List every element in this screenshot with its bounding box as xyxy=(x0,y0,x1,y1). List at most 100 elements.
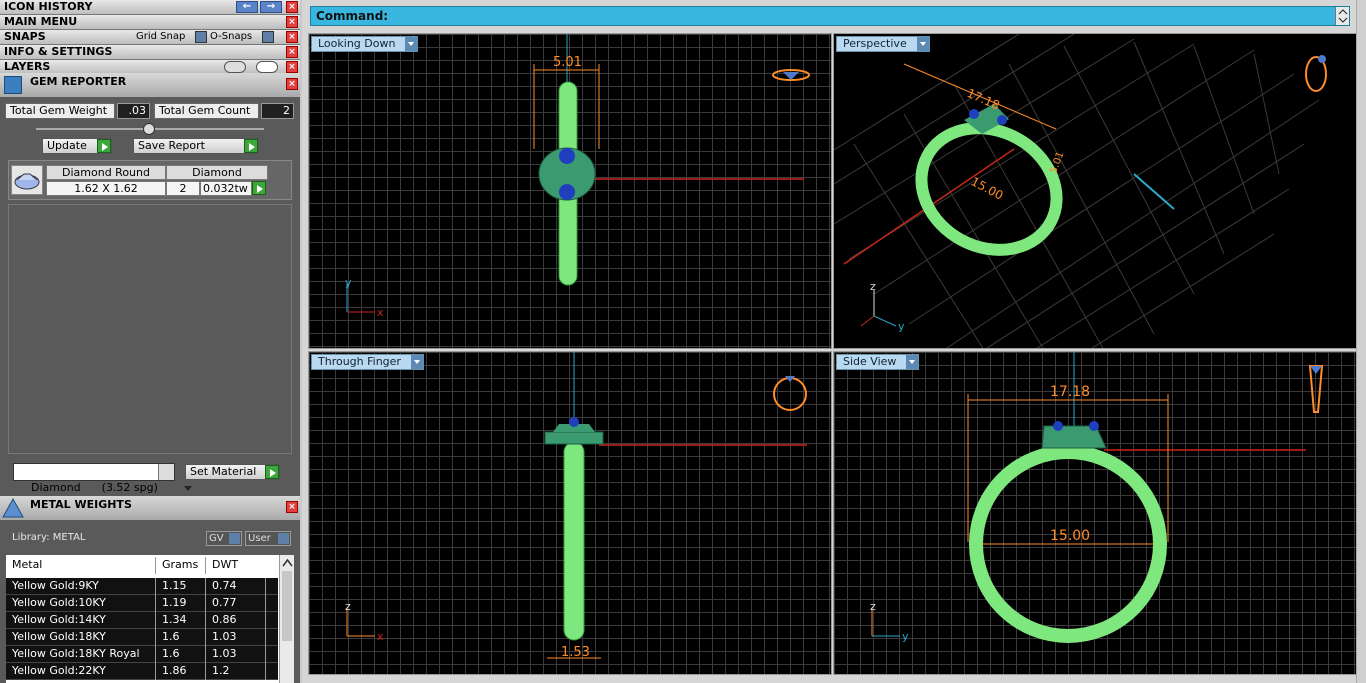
metal-weights-icon xyxy=(2,497,24,518)
viewport-looking-down[interactable]: Looking Down 5.01 yx xyxy=(308,33,832,349)
gem-count: 2 xyxy=(166,181,200,196)
svg-text:x: x xyxy=(377,306,384,319)
save-report-button[interactable]: Save Report xyxy=(133,138,259,154)
table-scrollbar[interactable] xyxy=(279,555,294,683)
ring-front-icon xyxy=(773,376,807,411)
total-gem-count-value: 2 xyxy=(261,103,294,119)
gv-indicator xyxy=(229,533,240,544)
close-icon[interactable]: × xyxy=(286,16,298,28)
scroll-up-icon[interactable] xyxy=(280,556,295,570)
icon-history-label: ICON HISTORY xyxy=(4,0,93,13)
viewport-title: Perspective xyxy=(843,37,907,50)
dimension-label: 5.01 xyxy=(553,55,582,70)
metal-grams: 1.34 xyxy=(156,612,206,629)
gv-toggle[interactable]: GV xyxy=(206,531,242,546)
history-forward-icon[interactable]: → xyxy=(260,1,282,13)
main-menu-header[interactable]: MAIN MENU × xyxy=(0,15,300,30)
column-header-dwt: DWT xyxy=(212,558,239,571)
layers-label: LAYERS xyxy=(4,60,51,73)
chevron-down-icon[interactable] xyxy=(158,464,192,491)
viewport-side-view[interactable]: Side View 17.18 15.00 zy xyxy=(833,351,1358,675)
material-select[interactable]: Diamond (3.52 spg) xyxy=(13,463,192,494)
history-back-icon[interactable]: ← xyxy=(236,1,258,13)
workspace: Command: Looking Down 5.01 yx 17.18 15.0… xyxy=(302,0,1366,683)
user-toggle[interactable]: User xyxy=(245,531,291,546)
save-report-label: Save Report xyxy=(138,139,205,152)
viewport-through-finger[interactable]: Through Finger 1.53 zx xyxy=(308,351,832,675)
close-icon[interactable]: × xyxy=(286,61,298,73)
command-scroll-icon[interactable] xyxy=(1335,7,1349,25)
metal-name: Yellow Gold:9KY xyxy=(6,578,156,595)
dimension-label-b: 15.00 xyxy=(969,174,1006,202)
metal-dwt: 1.03 xyxy=(206,629,266,646)
perspective-grid: 17.18 15.00 5.01 z y xyxy=(834,34,1327,348)
metal-dwt: 0.77 xyxy=(206,595,266,612)
ring-profile-icon xyxy=(1308,365,1324,413)
metal-name: Yellow Gold:18KY xyxy=(6,629,156,646)
metal-dwt: 0.86 xyxy=(206,612,266,629)
icon-history-header[interactable]: ICON HISTORY ← → × xyxy=(0,0,300,15)
snaps-header[interactable]: SNAPS Grid Snap O-Snaps × xyxy=(0,30,300,45)
metal-name: Yellow Gold:18KY Royal xyxy=(6,646,156,663)
set-material-button[interactable]: Set Material xyxy=(185,464,280,480)
axis-indicator: yx xyxy=(345,276,384,319)
axis-indicator: zx xyxy=(345,600,384,643)
chevron-down-icon[interactable] xyxy=(916,37,929,51)
ring-front-drawing: 17.18 15.00 zy xyxy=(870,352,1324,643)
gem-slider-thumb[interactable] xyxy=(143,123,155,135)
close-icon[interactable]: × xyxy=(286,31,298,43)
ring-perspective-icon xyxy=(1305,55,1327,92)
o-snaps-toggle[interactable] xyxy=(262,31,274,43)
close-icon[interactable]: × xyxy=(286,1,298,13)
metal-dwt: 0.74 xyxy=(206,578,266,595)
grid-snap-toggle[interactable] xyxy=(195,31,207,43)
update-button[interactable]: Update xyxy=(42,138,112,154)
table-row[interactable]: Yellow Gold:18KY 1.6 1.03 xyxy=(6,629,278,646)
svg-text:y: y xyxy=(898,320,905,333)
metal-grams: 1.19 xyxy=(156,595,206,612)
diamond-round-icon xyxy=(11,165,43,195)
svg-text:x: x xyxy=(377,630,384,643)
ring-top-drawing: 5.01 yx xyxy=(345,34,810,319)
metal-dwt: 1.2 xyxy=(206,663,266,680)
eye-icon[interactable] xyxy=(256,61,278,73)
close-icon[interactable]: × xyxy=(286,78,298,90)
table-row[interactable]: Yellow Gold:18KY Royal 1.6 1.03 xyxy=(6,646,278,663)
window-scrollbar[interactable] xyxy=(1356,0,1366,683)
update-button-label: Update xyxy=(47,139,87,152)
close-icon[interactable]: × xyxy=(286,501,298,513)
table-row[interactable]: Yellow Gold:14KY 1.34 0.86 xyxy=(6,612,278,629)
set-material-label: Set Material xyxy=(190,465,257,478)
table-row[interactable]: Yellow Gold:22KY 1.86 1.2 xyxy=(6,663,278,680)
gem-row-action-icon[interactable] xyxy=(252,181,266,195)
left-panel: ICON HISTORY ← → × MAIN MENU × SNAPS Gri… xyxy=(0,0,300,683)
svg-text:z: z xyxy=(870,280,876,293)
o-snaps-label: O-Snaps xyxy=(210,31,253,42)
gem-reporter-header: GEM REPORTER × xyxy=(0,73,300,97)
table-row[interactable]: Yellow Gold:10KY 1.19 0.77 xyxy=(6,595,278,612)
gem-table: Diamond Round Diamond 1.62 X 1.62 2 0.03… xyxy=(8,160,292,200)
column-header-metal: Metal xyxy=(6,557,156,574)
table-row[interactable]: Yellow Gold:9KY 1.15 0.74 xyxy=(6,578,278,595)
svg-text:z: z xyxy=(345,600,351,613)
close-icon[interactable]: × xyxy=(286,46,298,58)
viewport-perspective[interactable]: 17.18 15.00 5.01 z y Perspective xyxy=(833,33,1358,349)
dimension-label: 1.53 xyxy=(561,645,590,660)
table-header: Metal Grams DWT xyxy=(6,557,278,574)
gem-size: 1.62 X 1.62 xyxy=(46,181,166,196)
gem-reporter-icon xyxy=(4,76,22,94)
main-menu-label: MAIN MENU xyxy=(4,15,78,28)
viewport-menu-perspective[interactable]: Perspective xyxy=(836,36,930,52)
info-settings-label: INFO & SETTINGS xyxy=(4,45,113,58)
column-header-grams: Grams xyxy=(156,557,206,574)
layer-light-icon[interactable] xyxy=(224,61,246,73)
metal-weights-header: METAL WEIGHTS × xyxy=(0,496,300,520)
total-gem-weight-label: Total Gem Weight xyxy=(5,103,115,119)
scroll-thumb[interactable] xyxy=(282,571,292,641)
dimension-label-inner: 15.00 xyxy=(1050,528,1090,544)
svg-text:y: y xyxy=(345,276,352,289)
metal-name: Yellow Gold:14KY xyxy=(6,612,156,629)
command-bar[interactable]: Command: xyxy=(310,6,1350,26)
metal-weights-title: METAL WEIGHTS xyxy=(30,498,132,511)
info-settings-header[interactable]: INFO & SETTINGS × xyxy=(0,45,300,60)
